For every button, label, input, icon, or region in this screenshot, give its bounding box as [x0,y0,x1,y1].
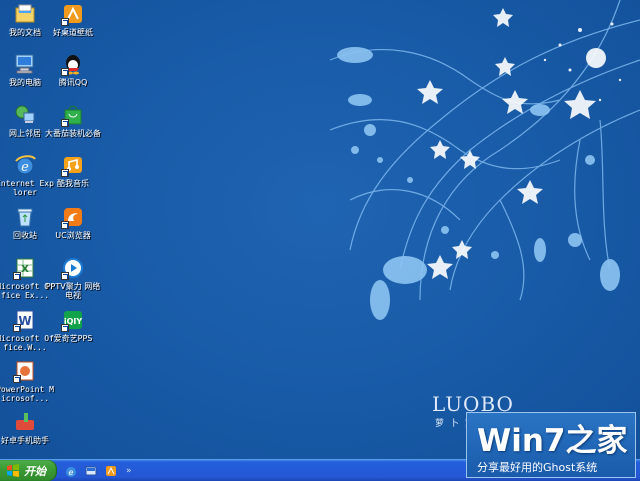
desktop-icon-uc-browser[interactable]: UC浏览器 [43,205,103,240]
start-label: 开始 [24,464,46,478]
shortcut-arrow-icon [61,68,69,76]
icon-label: PowerPoint Microsof... [0,385,54,403]
desktop-icon-iqiyi[interactable]: iQIY 爱奇艺PPS [43,308,103,343]
win7-title: Win7之家 [477,423,628,459]
shortcut-arrow-icon [13,375,21,383]
show-desktop-quicklaunch-icon[interactable] [84,464,98,478]
icon-label: UC浏览器 [55,231,91,240]
wallpaper-quicklaunch-icon[interactable] [104,464,118,478]
desktop-icon-phone-assistant[interactable]: 好卓手机助手 [0,410,55,445]
start-button[interactable]: 开始 [0,460,57,481]
phone-assistant-icon [16,413,34,430]
shortcut-arrow-icon [61,221,69,229]
desktop-icon-pptv[interactable]: PPTV聚力 网络电视 [43,256,103,300]
desktop-icon-wallpaper-app[interactable]: 好桌道壁纸 [43,2,103,37]
svg-text:e: e [69,468,74,477]
shortcut-arrow-icon [61,272,69,280]
icon-label: 酷我音乐 [57,179,89,188]
desktop-icon-powerpoint[interactable]: PowerPoint Microsof... [0,359,55,403]
shortcut-arrow-icon [61,18,69,26]
shortcut-arrow-icon [61,119,69,127]
win7-watermark-box: Win7之家 分享最好用的Ghost系统 [466,412,636,478]
icon-label: 好桌道壁纸 [53,28,93,37]
desktop-icon-shopping-bag[interactable]: 大番茄装机必备 [43,103,103,138]
desktop[interactable]: 我的文档 我的电脑 网上邻居 e Internet Explorer 回收站 X… [0,0,640,459]
icon-label: 大番茄装机必备 [45,129,101,138]
shortcut-arrow-icon [13,272,21,280]
my-computer-icon [15,54,34,74]
recycle-bin-icon [17,208,33,227]
desktop-icon-kuwo-music[interactable]: 酷我音乐 [43,153,103,188]
icon-label: PPTV聚力 网络电视 [45,282,101,300]
icon-label: 腾讯QQ [58,78,88,87]
desktop-icon-qq[interactable]: 腾讯QQ [43,52,103,87]
network-places-icon [15,105,35,123]
windows-flag-icon [7,463,19,477]
shortcut-arrow-icon [13,324,21,332]
icon-label: 好卓手机助手 [1,436,49,445]
win7-subtitle: 分享最好用的Ghost系统 [477,461,598,474]
quick-launch-bar: e » [64,463,132,479]
quick-launch-chevron-icon[interactable]: » [126,466,132,476]
svg-text:X: X [21,264,29,275]
svg-text:e: e [21,160,29,175]
internet-explorer-icon: e [15,155,36,175]
shortcut-arrow-icon [61,324,69,332]
icon-label: 爱奇艺PPS [53,334,93,343]
shortcut-arrow-icon [61,169,69,177]
my-documents-icon [15,4,35,23]
ie-quicklaunch-icon[interactable]: e [64,464,78,478]
